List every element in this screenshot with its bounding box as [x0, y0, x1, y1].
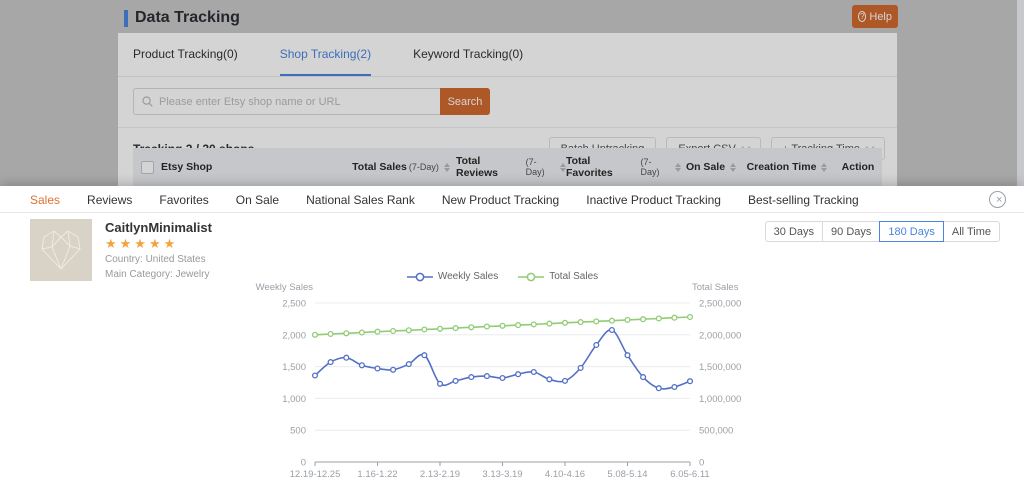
search-button[interactable]: Search — [440, 88, 490, 115]
column-label: Total Sales — [352, 161, 407, 173]
page-header: Data Tracking — [124, 6, 240, 30]
svg-text:3.13-3.19: 3.13-3.19 — [482, 469, 522, 480]
svg-text:1,000: 1,000 — [282, 394, 306, 405]
svg-text:2,000: 2,000 — [282, 330, 306, 341]
select-all-checkbox[interactable] — [141, 161, 154, 174]
tab-shop-tracking[interactable]: Shop Tracking(2) — [280, 47, 371, 76]
column-label: Total Reviews — [456, 155, 524, 179]
search-placeholder: Please enter Etsy shop name or URL — [159, 96, 341, 108]
svg-text:Weekly Sales: Weekly Sales — [256, 282, 314, 293]
legend-label: Total Sales — [549, 271, 598, 282]
column-suffix: (7-Day) — [641, 157, 670, 177]
search-row: Please enter Etsy shop name or URL Searc… — [118, 77, 897, 128]
help-label: Help — [869, 11, 892, 23]
column-label: Creation Time — [747, 161, 817, 173]
svg-text:2,000,000: 2,000,000 — [699, 330, 741, 341]
column-label: Etsy Shop — [161, 161, 212, 173]
page-scrollbar[interactable] — [1017, 0, 1024, 186]
legend-line-marker-icon — [518, 272, 544, 282]
column-total-sales[interactable]: Total Sales (7-Day) — [346, 161, 456, 173]
svg-text:1,000,000: 1,000,000 — [699, 394, 741, 405]
column-label: Total Favorites — [566, 155, 639, 179]
svg-text:1,500: 1,500 — [282, 362, 306, 373]
shop-search-input[interactable]: Please enter Etsy shop name or URL — [133, 88, 440, 115]
svg-text:2,500: 2,500 — [282, 299, 306, 310]
svg-text:0: 0 — [699, 458, 704, 469]
column-action: Action — [833, 161, 883, 173]
svg-text:1.16-1.22: 1.16-1.22 — [357, 469, 397, 480]
column-suffix: (7-Day) — [409, 162, 439, 172]
column-label: Action — [842, 161, 875, 173]
legend-weekly-sales[interactable]: Weekly Sales — [407, 271, 498, 282]
svg-text:Total Sales: Total Sales — [692, 282, 739, 293]
tab-keyword-tracking[interactable]: Keyword Tracking(0) — [413, 47, 523, 76]
help-button[interactable]: ? Help — [852, 5, 898, 28]
svg-text:0: 0 — [301, 458, 306, 469]
svg-text:500,000: 500,000 — [699, 426, 733, 437]
svg-text:6.05-6.11: 6.05-6.11 — [670, 469, 709, 480]
tracking-tab-bar: Product Tracking(0) Shop Tracking(2) Key… — [118, 33, 897, 77]
svg-text:1,500,000: 1,500,000 — [699, 362, 741, 373]
legend-label: Weekly Sales — [438, 271, 498, 282]
column-on-sale[interactable]: On Sale — [681, 161, 741, 173]
column-etsy-shop: Etsy Shop — [161, 161, 346, 173]
sort-icon[interactable] — [821, 163, 827, 172]
search-icon — [142, 96, 153, 107]
sort-icon[interactable] — [730, 163, 736, 172]
svg-text:5.08-5.14: 5.08-5.14 — [607, 469, 647, 480]
svg-text:4.10-4.16: 4.10-4.16 — [545, 469, 585, 480]
data-tracking-page: Data Tracking ? Help Product Tracking(0)… — [0, 0, 1024, 186]
chart-legend: Weekly Sales Total Sales — [0, 271, 1005, 282]
column-suffix: (7-Day) — [526, 157, 555, 177]
question-circle-icon: ? — [858, 11, 866, 22]
tab-product-tracking[interactable]: Product Tracking(0) — [133, 47, 238, 76]
table-header-row: Etsy Shop Total Sales (7-Day) Total Revi… — [133, 148, 882, 186]
column-label: On Sale — [686, 161, 725, 173]
column-total-reviews[interactable]: Total Reviews (7-Day) — [456, 155, 566, 179]
page-title: Data Tracking — [135, 9, 240, 27]
svg-text:500: 500 — [290, 426, 306, 437]
tracking-card: Product Tracking(0) Shop Tracking(2) Key… — [118, 33, 897, 186]
column-total-favorites[interactable]: Total Favorites (7-Day) — [566, 155, 681, 179]
sales-chart: 2,500 2,500,000 2,000 2,000,000 1,500 1,500,0… — [0, 186, 1024, 491]
range-180-days[interactable]: 180 Days — [879, 221, 943, 242]
shop-detail-panel: Sales Reviews Favorites On Sale National… — [0, 186, 1024, 491]
legend-line-marker-icon — [407, 272, 433, 282]
sort-icon[interactable] — [444, 163, 450, 172]
svg-text:2,500,000: 2,500,000 — [699, 299, 741, 310]
svg-text:2.13-2.19: 2.13-2.19 — [420, 469, 460, 480]
legend-total-sales[interactable]: Total Sales — [518, 271, 598, 282]
svg-text:12.19-12.25: 12.19-12.25 — [290, 469, 341, 480]
column-creation-time[interactable]: Creation Time — [741, 161, 833, 173]
title-accent-bar — [124, 10, 128, 27]
